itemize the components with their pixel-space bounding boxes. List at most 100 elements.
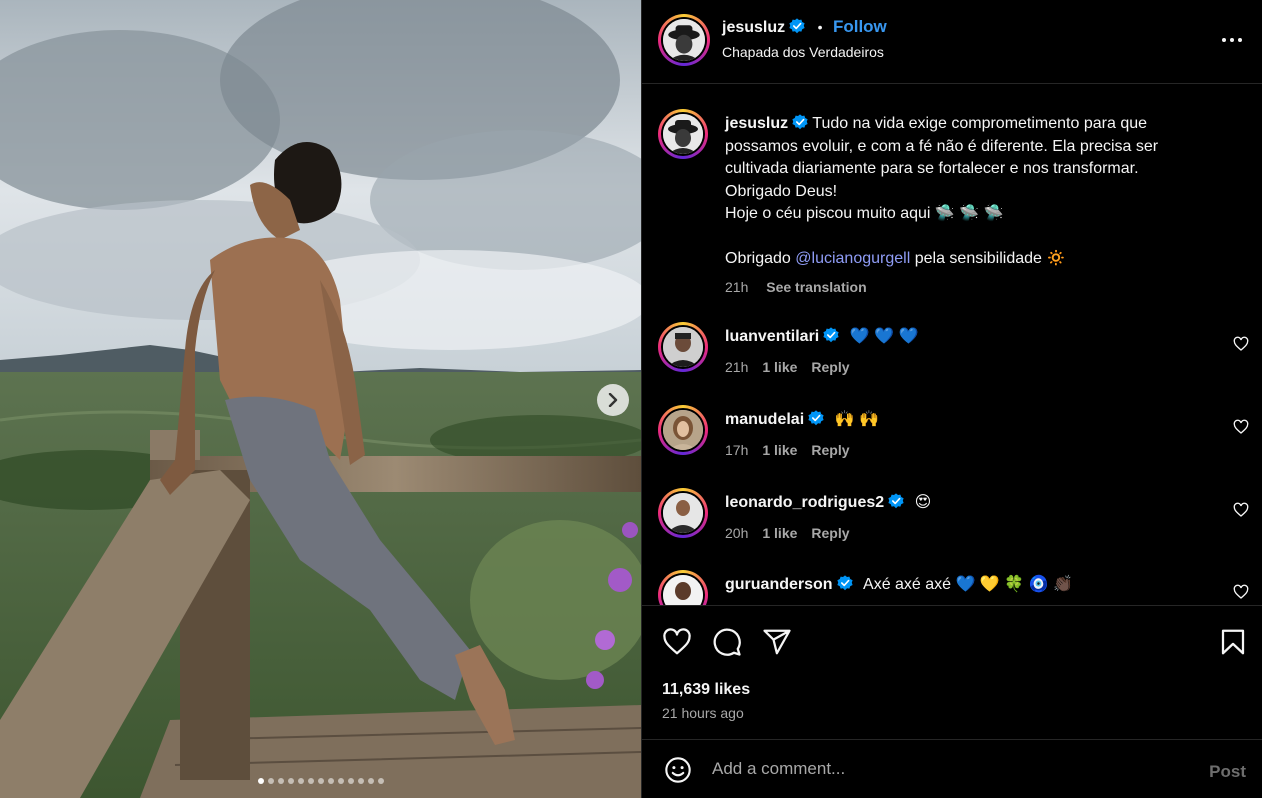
carousel-dot (297, 778, 304, 784)
commenter-username[interactable]: guruanderson (725, 576, 833, 593)
comment-likes[interactable]: 1 like (762, 359, 797, 375)
comment-body: leonardo_rodrigues2 😍 (725, 492, 931, 512)
commenter-username[interactable]: manudelai (725, 411, 804, 428)
comment-time[interactable]: 21h (725, 359, 748, 375)
author-username[interactable]: jesusluz (722, 19, 785, 36)
commenter-username[interactable]: leonardo_rodrigues2 (725, 494, 884, 511)
verified-badge-icon (836, 575, 853, 591)
carousel-dot (337, 778, 344, 784)
comment-text: 😍 (914, 494, 932, 511)
caption-thanks-suffix: pela sensibilidade 🔅 (914, 250, 1067, 267)
comment-input[interactable] (712, 756, 1172, 782)
caption-meta: 21h See translation (725, 279, 867, 295)
comment-likes[interactable]: 1 like (762, 442, 797, 458)
see-translation-button[interactable]: See translation (766, 279, 866, 295)
caption-line: cultivada diariamente para se fortalecer… (725, 160, 1139, 177)
chevron-right-icon (608, 393, 618, 407)
author-avatar-image (663, 19, 705, 61)
carousel-dot (367, 778, 374, 784)
verified-badge-icon (792, 114, 808, 130)
comment-body: luanventilari 💙 💙 💙 (725, 326, 918, 346)
caption-time[interactable]: 21h (725, 279, 748, 295)
likes-count[interactable]: 11,639 likes (662, 681, 750, 699)
commenter-avatar[interactable] (658, 570, 708, 605)
carousel-dot (267, 778, 274, 784)
bookmark-icon[interactable] (1218, 627, 1248, 657)
post-media[interactable] (0, 0, 641, 798)
comment-item: luanventilari 💙 💙 💙 21h 1 like Reply (642, 322, 1262, 392)
comment-text: 💙 💙 💙 (849, 328, 919, 345)
carousel-dot (287, 778, 294, 784)
heart-icon[interactable] (1233, 502, 1249, 518)
commenter-avatar[interactable] (658, 322, 708, 372)
post-side-panel: jesusluz • Follow Chapada dos Verdadeiro… (642, 0, 1262, 798)
post-comment-button[interactable]: Post (1209, 762, 1246, 782)
commenter-avatar-image (663, 327, 703, 367)
heart-icon[interactable] (1233, 419, 1249, 435)
follow-button[interactable]: Follow (833, 17, 887, 36)
comment-body: guruanderson Axé axé axé 💙 💛 🍀 🧿 👏🏿 (725, 574, 1073, 594)
add-comment-bar: Post (642, 739, 1262, 798)
header-separator: • (817, 19, 823, 35)
comment-icon[interactable] (712, 627, 742, 657)
heart-icon[interactable] (1233, 584, 1249, 600)
comment-body: manudelai 🙌 🙌 (725, 409, 879, 429)
post-caption: jesusluz Tudo na vida exige comprometime… (725, 113, 1225, 271)
comment-likes[interactable]: 1 like (762, 525, 797, 541)
commenter-avatar-image (663, 410, 703, 450)
verified-badge-icon (789, 18, 805, 34)
comment-meta: 17h 1 like Reply (725, 442, 850, 458)
post-location[interactable]: Chapada dos Verdadeiros (722, 44, 884, 60)
heart-icon[interactable] (662, 627, 692, 657)
comment-meta: 20h 1 like Reply (725, 525, 850, 541)
carousel-dot (377, 778, 384, 784)
caption-username[interactable]: jesusluz (725, 115, 788, 132)
carousel-dot (317, 778, 324, 784)
carousel-dot (257, 778, 264, 784)
carousel-next-button[interactable] (597, 384, 629, 416)
carousel-dot (307, 778, 314, 784)
comment-item: manudelai 🙌 🙌 17h 1 like Reply (642, 405, 1262, 475)
reply-button[interactable]: Reply (811, 442, 849, 458)
post-timestamp[interactable]: 21 hours ago (662, 705, 744, 721)
commenter-avatar-image (663, 493, 703, 533)
carousel-dot (277, 778, 284, 784)
comment-meta: 21h 1 like Reply (725, 359, 850, 375)
more-options-icon[interactable] (1220, 28, 1244, 52)
commenter-avatar[interactable] (658, 488, 708, 538)
post-actions: 11,639 likes 21 hours ago (642, 605, 1262, 739)
carousel-dot (347, 778, 354, 784)
comments-scroll-area[interactable]: jesusluz Tudo na vida exige comprometime… (642, 84, 1262, 605)
carousel-indicator (0, 778, 641, 784)
reply-button[interactable]: Reply (811, 525, 849, 541)
post-header: jesusluz • Follow Chapada dos Verdadeiro… (642, 0, 1262, 84)
carousel-dot (357, 778, 364, 784)
post-photo (0, 0, 641, 798)
comment-item: guruanderson Axé axé axé 💙 💛 🍀 🧿 👏🏿 (642, 570, 1262, 605)
comment-text: 🙌 🙌 (834, 411, 879, 428)
caption-line: Hoje o céu piscou muito aqui 🛸 🛸 🛸 (725, 205, 1004, 222)
verified-badge-icon (808, 410, 824, 426)
caption-line: possamos evoluir, e com a fé não é difer… (725, 137, 1159, 155)
heart-icon[interactable] (1233, 336, 1249, 352)
comment-text: Axé axé axé 💙 💛 🍀 🧿 👏🏿 (863, 576, 1073, 593)
author-avatar[interactable] (658, 14, 710, 66)
emoji-icon[interactable] (664, 756, 692, 784)
caption-line: Tudo na vida exige comprometimento para … (812, 115, 1148, 132)
carousel-dot (327, 778, 334, 784)
comment-time[interactable]: 17h (725, 442, 748, 458)
caption-thanks-prefix: Obrigado (725, 250, 791, 267)
reply-button[interactable]: Reply (811, 359, 849, 375)
commenter-avatar[interactable] (658, 405, 708, 455)
comment-time[interactable]: 20h (725, 525, 748, 541)
send-icon[interactable] (762, 627, 792, 657)
comment-item: leonardo_rodrigues2 😍 20h 1 like Reply (642, 488, 1262, 558)
caption-mention-link[interactable]: @lucianogurgell (795, 250, 910, 267)
commenter-avatar-image (663, 575, 703, 605)
verified-badge-icon (888, 493, 904, 509)
caption-author-avatar-image (663, 114, 703, 154)
commenter-username[interactable]: luanventilari (725, 328, 819, 345)
verified-badge-icon (823, 327, 839, 343)
caption-line: Obrigado Deus! (725, 182, 838, 200)
caption-author-avatar[interactable] (658, 109, 708, 159)
